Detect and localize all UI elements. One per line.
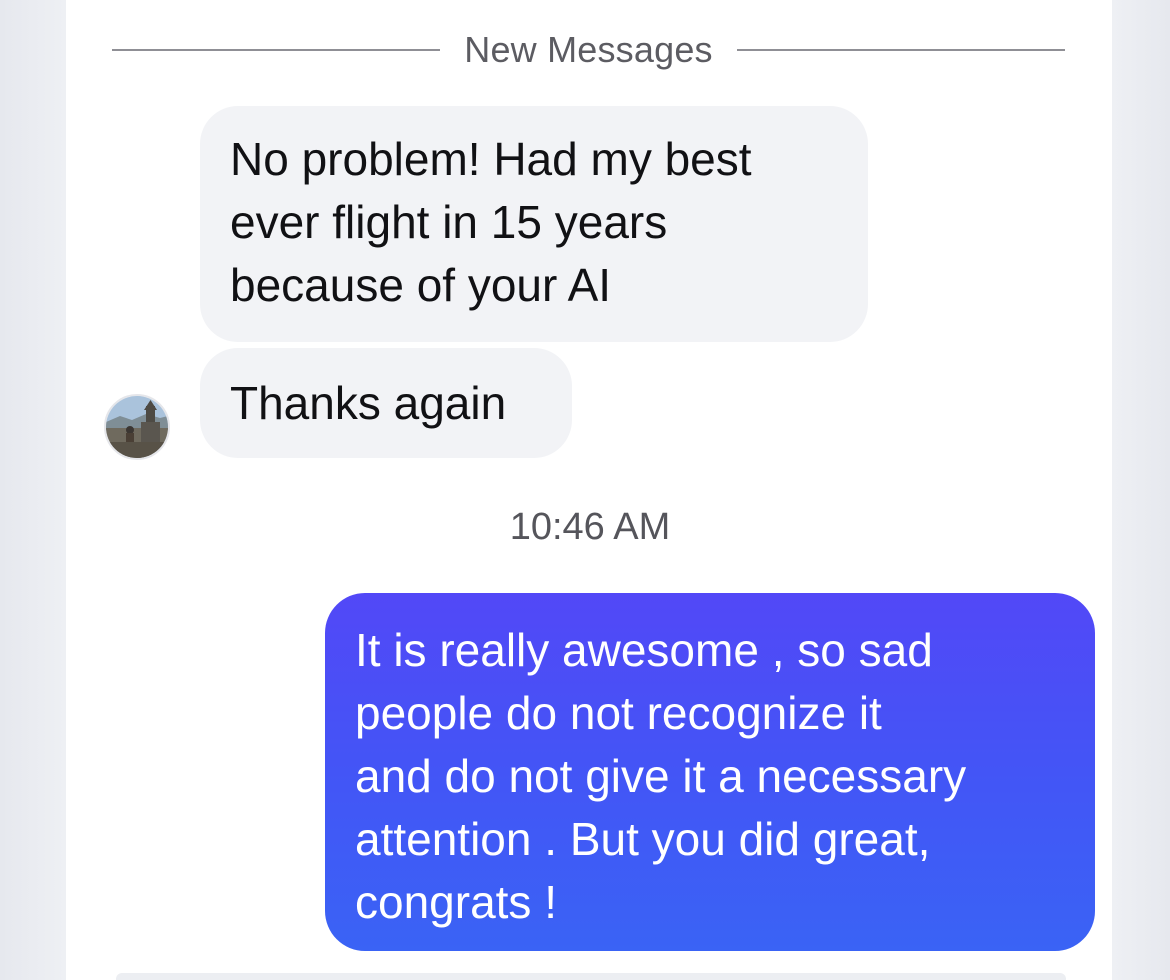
new-messages-label: New Messages — [464, 29, 713, 70]
chat-thread: New Messages No problem! Had my best eve… — [0, 0, 1170, 980]
next-bubble-edge — [116, 973, 1066, 980]
incoming-message-bubble[interactable]: Thanks again — [200, 348, 572, 458]
new-messages-divider: New Messages — [112, 22, 1065, 78]
contact-avatar[interactable] — [104, 394, 170, 460]
message-timestamp: 10:46 AM — [509, 506, 671, 548]
incoming-message-bubble[interactable]: No problem! Had my best ever flight in 1… — [200, 106, 868, 342]
avatar-photo-icon — [106, 396, 168, 458]
divider-line-left — [112, 49, 441, 51]
outgoing-message-bubble[interactable]: It is really awesome , so sad people do … — [325, 593, 1095, 951]
divider-line-right — [736, 49, 1065, 51]
